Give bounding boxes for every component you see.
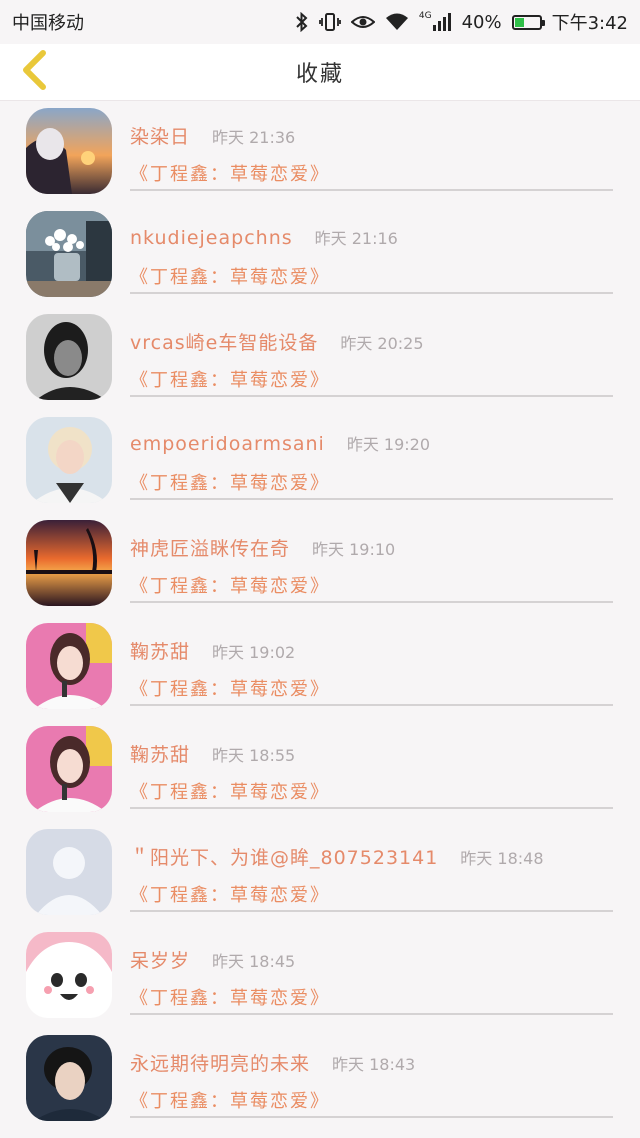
timestamp: 昨天 20:25 [340, 334, 424, 353]
divider [130, 704, 613, 706]
signal-icon: 4G [419, 11, 452, 33]
item-title[interactable]: 《丁程鑫：草莓恋爱》 [130, 675, 330, 701]
avatar[interactable] [26, 726, 112, 812]
divider [130, 1116, 613, 1118]
divider [130, 395, 613, 397]
avatar[interactable] [26, 314, 112, 400]
favorite-item[interactable]: 染染日 昨天 21:36 《丁程鑫：草莓恋爱》 [0, 100, 640, 203]
timestamp: 昨天 18:43 [332, 1055, 416, 1074]
user-name: vrcas崎e车智能设备 [130, 332, 319, 354]
divider [130, 601, 613, 603]
name-line: 鞠苏甜 昨天 18:55 [130, 740, 295, 767]
divider [130, 807, 613, 809]
divider [130, 1013, 613, 1015]
item-title[interactable]: 《丁程鑫：草莓恋爱》 [130, 160, 330, 186]
item-title[interactable]: 《丁程鑫：草莓恋爱》 [130, 881, 330, 907]
name-line: 鞠苏甜 昨天 19:02 [130, 637, 295, 664]
battery-icon [511, 11, 545, 33]
item-title[interactable]: 《丁程鑫：草莓恋爱》 [130, 778, 330, 804]
favorite-item[interactable]: 呆岁岁 昨天 18:45 《丁程鑫：草莓恋爱》 [0, 924, 640, 1027]
item-title[interactable]: 《丁程鑫：草莓恋爱》 [130, 366, 330, 392]
timestamp: 昨天 19:20 [346, 435, 431, 454]
favorites-list: 染染日 昨天 21:36 《丁程鑫：草莓恋爱》 nkudiejeapchns 昨… [0, 100, 640, 1130]
name-line: 染染日 昨天 21:36 [130, 122, 295, 149]
timestamp: 昨天 18:48 [460, 849, 544, 868]
favorite-item[interactable]: 鞠苏甜 昨天 18:55 《丁程鑫：草莓恋爱》 [0, 718, 640, 821]
avatar[interactable] [26, 1035, 112, 1121]
item-title[interactable]: 《丁程鑫：草莓恋爱》 [130, 263, 330, 289]
user-name: empoeridoarmsani [130, 433, 325, 455]
user-name: 永远期待明亮的未来 [130, 1053, 311, 1075]
favorite-item[interactable]: 永远期待明亮的未来 昨天 18:43 《丁程鑫：草莓恋爱》 [0, 1027, 640, 1130]
user-name: 神虎匠溢眯传在奇 [130, 538, 291, 560]
name-line: ＂阳光下、为谁@眸_807523141 昨天 18:48 [130, 843, 544, 870]
avatar[interactable] [26, 932, 112, 1018]
timestamp: 昨天 18:45 [212, 952, 296, 971]
user-name: 呆岁岁 [130, 950, 191, 972]
avatar[interactable] [26, 417, 112, 503]
timestamp: 昨天 19:02 [212, 643, 296, 662]
page-title: 收藏 [295, 62, 344, 87]
carrier-name: 中国移动 [12, 13, 84, 34]
favorite-item[interactable]: ＂阳光下、为谁@眸_807523141 昨天 18:48 《丁程鑫：草莓恋爱》 [0, 821, 640, 924]
status-bar: 中国移动 4G 40% 下午3:42 [0, 0, 640, 44]
timestamp: 昨天 21:16 [314, 229, 398, 248]
bluetooth-icon [295, 11, 309, 33]
avatar[interactable] [26, 623, 112, 709]
name-line: empoeridoarmsani 昨天 19:20 [130, 431, 430, 455]
user-name: 鞠苏甜 [130, 744, 191, 766]
favorite-item[interactable]: 鞠苏甜 昨天 19:02 《丁程鑫：草莓恋爱》 [0, 615, 640, 718]
name-line: 呆岁岁 昨天 18:45 [130, 946, 295, 973]
timestamp: 昨天 18:55 [212, 746, 296, 765]
network-type: 4G [418, 11, 432, 21]
divider [130, 498, 613, 500]
user-name: ＂阳光下、为谁@眸_807523141 [130, 847, 439, 869]
favorite-item[interactable]: nkudiejeapchns 昨天 21:16 《丁程鑫：草莓恋爱》 [0, 203, 640, 306]
name-line: 神虎匠溢眯传在奇 昨天 19:10 [130, 534, 395, 561]
name-line: 永远期待明亮的未来 昨天 18:43 [130, 1049, 415, 1076]
name-line: vrcas崎e车智能设备 昨天 20:25 [130, 328, 424, 355]
favorite-item[interactable]: vrcas崎e车智能设备 昨天 20:25 《丁程鑫：草莓恋爱》 [0, 306, 640, 409]
divider [130, 292, 613, 294]
item-title[interactable]: 《丁程鑫：草莓恋爱》 [130, 572, 330, 598]
user-name: 鞠苏甜 [130, 641, 191, 663]
item-title[interactable]: 《丁程鑫：草莓恋爱》 [130, 984, 330, 1010]
battery-percent: 40% [461, 11, 502, 33]
favorite-item[interactable]: 神虎匠溢眯传在奇 昨天 19:10 《丁程鑫：草莓恋爱》 [0, 512, 640, 615]
divider [130, 189, 613, 191]
avatar[interactable] [26, 829, 112, 915]
vibrate-icon [318, 11, 341, 33]
avatar[interactable] [26, 108, 112, 194]
timestamp: 昨天 21:36 [212, 128, 296, 147]
name-line: nkudiejeapchns 昨天 21:16 [130, 225, 398, 249]
clock: 下午3:42 [551, 13, 628, 34]
header: 收藏 [0, 44, 640, 101]
divider [130, 910, 613, 912]
timestamp: 昨天 19:10 [312, 540, 396, 559]
wifi-icon [385, 11, 409, 33]
avatar[interactable] [26, 211, 112, 297]
item-title[interactable]: 《丁程鑫：草莓恋爱》 [130, 469, 330, 495]
user-name: nkudiejeapchns [130, 227, 293, 249]
user-name: 染染日 [130, 126, 191, 148]
favorite-item[interactable]: empoeridoarmsani 昨天 19:20 《丁程鑫：草莓恋爱》 [0, 409, 640, 512]
avatar[interactable] [26, 520, 112, 606]
eye-icon [350, 11, 375, 33]
item-title[interactable]: 《丁程鑫：草莓恋爱》 [130, 1087, 330, 1113]
